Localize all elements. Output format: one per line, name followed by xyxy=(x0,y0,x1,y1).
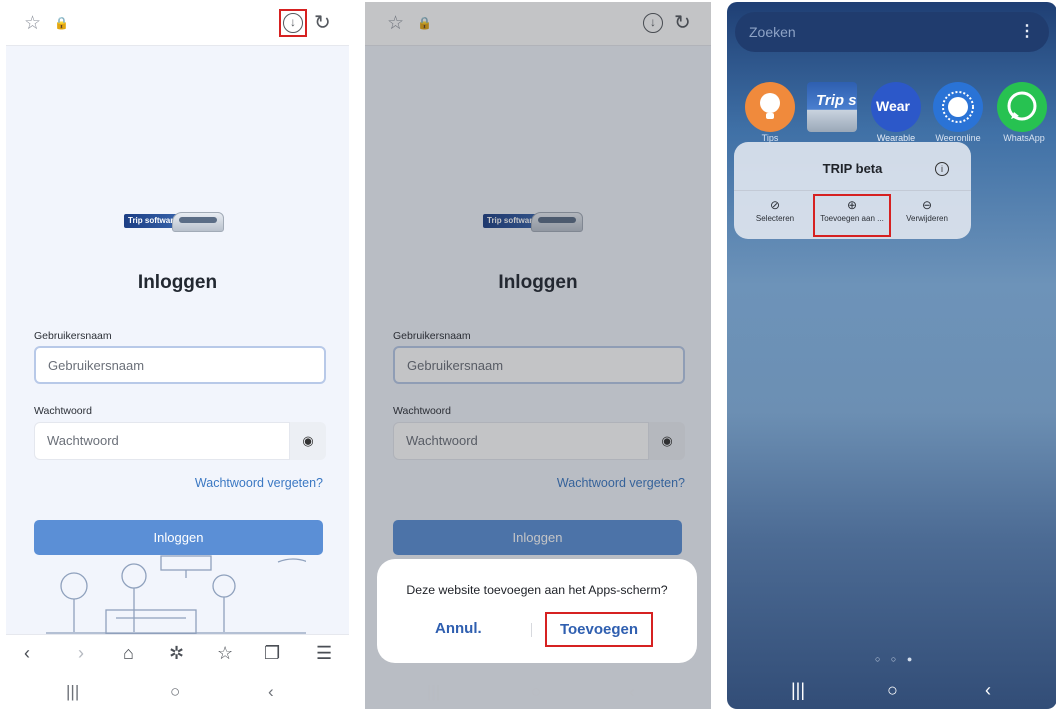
app-info-icon[interactable]: i xyxy=(935,162,949,176)
more-options-icon[interactable]: ⋮ xyxy=(1019,21,1035,41)
confirm-add-button[interactable]: Toevoegen xyxy=(545,612,653,647)
show-password-eye-icon[interactable]: ◉ xyxy=(290,422,326,460)
browser-top-bar: ☆ 🔒 ↓ ↻ xyxy=(6,2,349,46)
highlight-download-icon xyxy=(279,9,307,37)
menu-icon[interactable]: ☰ xyxy=(316,643,332,664)
menu-divider xyxy=(734,190,971,191)
select-icon: ⊘ xyxy=(769,198,781,212)
app-search-bar[interactable]: Zoeken ⋮ xyxy=(735,12,1049,52)
password-input[interactable]: Wachtwoord xyxy=(34,422,290,460)
app-context-menu: TRIP beta i ⊘ Selecteren ⊕ Toevoegen aan… xyxy=(734,142,971,239)
remove-label: Verwijderen xyxy=(906,214,948,223)
login-button[interactable]: Inloggen xyxy=(34,520,323,555)
forgot-password-link[interactable]: Wachtwoord vergeten? xyxy=(195,476,323,490)
trip-beta-app-icon[interactable]: Trip s xyxy=(807,82,857,132)
wearable-app-icon[interactable]: Wear xyxy=(871,82,921,132)
weeronline-sun-icon xyxy=(942,91,974,123)
bookmark-star-icon[interactable]: ☆ xyxy=(24,12,41,35)
dialog-question: Deze website toevoegen aan het Apps-sche… xyxy=(406,583,668,597)
system-nav-bar: ||| ○ ‹ xyxy=(365,674,711,709)
page-title: Inloggen xyxy=(137,272,218,293)
tips-app-icon[interactable] xyxy=(745,82,795,132)
select-menu-item[interactable]: ⊘ Selecteren xyxy=(740,198,810,223)
ai-sparkle-icon[interactable]: ✲ xyxy=(169,643,184,664)
home-screen: Zoeken ⋮ Tips Trip s Wear Wearable Weero… xyxy=(727,2,1056,709)
wear-icon-text: Wear xyxy=(876,98,910,114)
browser-login-screen: ☆ 🔒 ↓ ↻ Trip software Inloggen Gebruiker… xyxy=(6,2,349,709)
whatsapp-phone-icon xyxy=(1007,91,1037,121)
add-to-apps-dialog: Deze website toevoegen aan het Apps-sche… xyxy=(377,559,697,663)
tips-bulb-icon xyxy=(760,93,780,119)
back-button-icon[interactable]: ‹ xyxy=(629,682,635,702)
recents-icon[interactable]: ||| xyxy=(66,682,79,702)
trip-logo: Trip software xyxy=(124,212,234,236)
reload-icon[interactable]: ↻ xyxy=(314,10,331,35)
highlight-add-to-home xyxy=(813,194,891,237)
remove-icon: ⊖ xyxy=(921,198,933,212)
browser-add-dialog-screen: ☆ 🔒 ↓ ↻ Trip software Inloggen Gebruiker… xyxy=(365,2,711,709)
recents-icon[interactable]: ||| xyxy=(791,680,805,701)
dialog-separator xyxy=(531,623,532,637)
whatsapp-app-label: WhatsApp xyxy=(1003,133,1045,143)
browser-bottom-nav: ‹ › ⌂ ✲ ☆ ❐ ☰ xyxy=(6,634,349,674)
select-label: Selecteren xyxy=(755,214,795,223)
back-button-icon[interactable]: ‹ xyxy=(268,682,274,702)
lock-icon: 🔒 xyxy=(54,16,69,30)
whatsapp-app-icon[interactable] xyxy=(997,82,1047,132)
password-label: Wachtwoord xyxy=(34,405,92,417)
trip-icon-text: Trip s xyxy=(816,92,857,109)
home-button-icon[interactable]: ○ xyxy=(170,682,180,702)
stage: ☆ 🔒 ↓ ↻ Trip software Inloggen Gebruiker… xyxy=(0,0,1056,711)
tabs-icon[interactable]: ❐ xyxy=(264,643,280,664)
recents-icon[interactable]: ||| xyxy=(427,682,440,702)
username-label: Gebruikersnaam xyxy=(34,330,112,342)
back-icon[interactable]: ‹ xyxy=(24,643,30,664)
weeronline-app-icon[interactable] xyxy=(933,82,983,132)
username-input[interactable]: Gebruikersnaam xyxy=(34,346,326,384)
bookmarks-icon[interactable]: ☆ xyxy=(217,643,233,664)
system-nav-bar: ||| ○ ‹ xyxy=(6,674,349,709)
cancel-button[interactable]: Annul. xyxy=(435,620,482,637)
home-button-icon[interactable]: ○ xyxy=(531,682,541,702)
home-icon[interactable]: ⌂ xyxy=(123,643,134,664)
remove-menu-item[interactable]: ⊖ Verwijderen xyxy=(892,198,962,223)
home-button-icon[interactable]: ○ xyxy=(887,680,898,701)
page-indicator-dots: ○ ○ ● xyxy=(875,654,917,664)
forward-icon[interactable]: › xyxy=(78,643,84,664)
city-line-illustration xyxy=(46,555,306,634)
back-button-icon[interactable]: ‹ xyxy=(985,680,991,701)
bus-image xyxy=(172,212,224,232)
search-placeholder: Zoeken xyxy=(749,24,796,40)
